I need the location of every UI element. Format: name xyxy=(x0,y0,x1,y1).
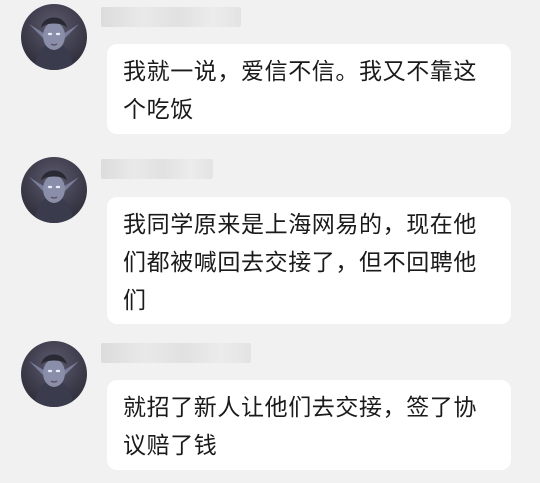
sender-name xyxy=(101,343,251,363)
message-bubble[interactable]: 就招了新人让他们去交接，签了协议赔了钱 xyxy=(107,380,511,470)
message-bubble[interactable]: 我同学原来是上海网易的，现在他们都被喊回去交接了，但不回聘他们 xyxy=(107,197,511,324)
avatar[interactable] xyxy=(21,341,87,407)
avatar-portrait-icon xyxy=(21,157,87,223)
avatar-portrait-icon xyxy=(21,4,87,70)
avatar[interactable] xyxy=(21,4,87,70)
sender-name xyxy=(101,7,241,27)
avatar-portrait-icon xyxy=(21,341,87,407)
avatar[interactable] xyxy=(21,157,87,223)
message-bubble[interactable]: 我就一说，爱信不信。我又不靠这个吃饭 xyxy=(107,44,511,134)
sender-name xyxy=(101,159,213,179)
